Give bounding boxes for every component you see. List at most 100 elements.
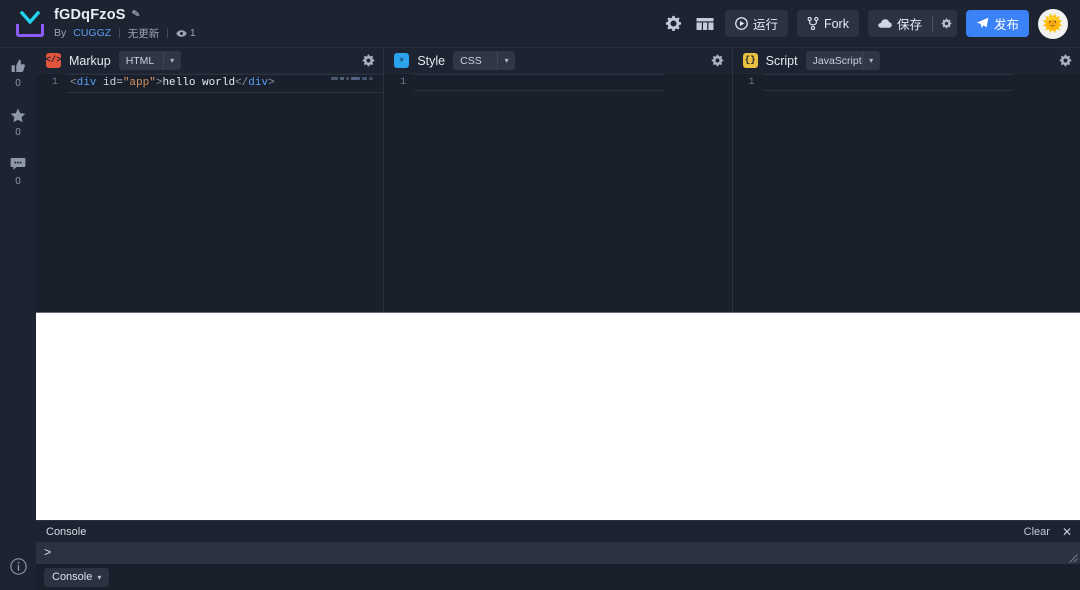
meta-separator-2: | xyxy=(166,27,169,39)
console-tabs: Console ▾ xyxy=(36,564,1080,590)
pane-header-script: {} Script JavaScript ▾ xyxy=(732,48,1080,74)
views-group: 1 xyxy=(176,27,196,39)
console-prompt-icon: > xyxy=(44,546,52,560)
console-header: Console Clear ✕ xyxy=(36,520,1080,542)
line-number: 1 xyxy=(400,76,407,88)
console-input[interactable] xyxy=(51,542,1080,564)
script-braces-icon: {} xyxy=(742,53,758,68)
meta-separator-1: | xyxy=(118,27,121,39)
pane-settings-markup[interactable] xyxy=(362,54,375,67)
info-circle-icon[interactable] xyxy=(9,558,27,580)
pane-title-style: Style xyxy=(417,53,446,68)
code-token: div xyxy=(248,77,269,89)
save-button[interactable]: 保存 xyxy=(867,10,957,37)
avatar[interactable]: 🌞 xyxy=(1038,8,1068,39)
tab-console[interactable]: Console ▾ xyxy=(44,567,110,587)
save-options-button[interactable] xyxy=(941,18,953,30)
title-row: fGDqFzoS ✎ xyxy=(54,7,196,23)
code-token: </ xyxy=(235,77,249,89)
editor-panes: </ > Markup HTML ▾ 1 <div id="app">hello … xyxy=(36,48,1080,313)
code-token: < xyxy=(70,77,77,89)
pencil-icon[interactable]: ✎ xyxy=(131,8,141,20)
logo-box xyxy=(16,23,44,37)
main-area: </ > Markup HTML ▾ 1 <div id="app">hello … xyxy=(36,48,1080,590)
language-value-style: CSS xyxy=(460,54,482,67)
pane-settings-script[interactable] xyxy=(1059,54,1072,67)
update-status: 无更新 xyxy=(127,27,160,40)
chevron-down-icon: ▾ xyxy=(497,51,515,70)
code-line: 1 xyxy=(384,74,731,91)
comment-bubble-icon xyxy=(10,154,26,174)
layout-grid-icon xyxy=(696,17,714,30)
fork-branch-icon xyxy=(807,17,819,30)
gear-icon xyxy=(711,54,723,67)
paper-plane-icon xyxy=(976,17,989,28)
fork-button[interactable]: Fork xyxy=(796,10,859,37)
gear-icon xyxy=(363,54,375,67)
gear-icon xyxy=(666,15,682,31)
pane-header-style: ✳ Style CSS ▾ xyxy=(384,48,732,74)
author-link[interactable]: CUGGZ xyxy=(73,27,111,39)
preview-iframe[interactable] xyxy=(36,313,1080,520)
pane-style: ✳ Style CSS ▾ 1 xyxy=(384,48,733,312)
chevron-down-icon: ▾ xyxy=(97,572,102,582)
pane-title-script: Script xyxy=(765,53,798,68)
console-input-row[interactable]: > xyxy=(36,542,1080,564)
language-value-markup: HTML xyxy=(125,54,155,67)
rail-bottom xyxy=(0,558,36,580)
play-circle-icon xyxy=(735,17,748,30)
pane-markup: </ > Markup HTML ▾ 1 <div id="app">hello … xyxy=(36,48,385,312)
line-number: 1 xyxy=(748,76,755,88)
language-select-style[interactable]: CSS ▾ xyxy=(453,51,516,70)
code-content-script[interactable] xyxy=(762,74,1013,91)
gear-icon xyxy=(942,18,952,29)
eye-icon xyxy=(176,29,187,37)
language-select-markup[interactable]: HTML ▾ xyxy=(118,51,181,70)
pane-header-markup: </> Markup HTML ▾ xyxy=(36,48,384,74)
run-button[interactable]: 运行 xyxy=(724,10,788,37)
publish-button[interactable]: 发布 xyxy=(965,10,1029,37)
tab-console-label: Console xyxy=(52,571,93,583)
code-token: > xyxy=(268,77,275,89)
app-header: fGDqFzoS ✎ By CUGGZ | 无更新 | 1 运行 Fork 保存… xyxy=(0,0,1080,48)
code-content-style[interactable] xyxy=(414,74,665,91)
console-drawer: Console Clear ✕ > Console ▾ xyxy=(36,520,1080,590)
language-select-script[interactable]: JavaScript ▾ xyxy=(805,51,880,70)
console-title: Console xyxy=(46,525,87,538)
chevron-down-icon xyxy=(20,10,40,25)
pane-title-markup: Markup xyxy=(69,53,111,68)
publish-label: 发布 xyxy=(993,18,1019,32)
close-x-icon[interactable]: ✕ xyxy=(1062,525,1072,539)
run-label: 运行 xyxy=(752,18,778,32)
cloud-icon xyxy=(878,19,892,28)
code-token: "app" xyxy=(122,77,156,89)
save-label: 保存 xyxy=(896,18,922,32)
codepen-chevron-logo xyxy=(16,10,44,37)
pane-settings-style[interactable] xyxy=(711,54,724,67)
code-area-style[interactable]: 1 xyxy=(384,74,732,312)
settings-button[interactable] xyxy=(663,13,685,35)
chevron-down-icon: ▾ xyxy=(861,51,880,70)
by-label: By xyxy=(54,27,67,39)
code-token: div xyxy=(76,77,97,89)
rail-item-comments[interactable]: 0 xyxy=(10,154,26,187)
left-rail: 0 0 0 xyxy=(0,48,36,590)
logo[interactable] xyxy=(8,10,52,37)
app-root: fGDqFzoS ✎ By CUGGZ | 无更新 | 1 运行 Fork 保存… xyxy=(0,0,1080,590)
star-icon xyxy=(10,105,26,125)
line-number: 1 xyxy=(51,76,58,88)
save-divider xyxy=(931,15,933,32)
layout-button[interactable] xyxy=(694,13,716,35)
like-count: 0 xyxy=(15,78,21,89)
sun-face-avatar: 🌞 xyxy=(1042,14,1064,33)
resize-grip-icon[interactable] xyxy=(1069,554,1078,563)
favorite-count: 0 xyxy=(15,127,21,138)
console-clear-button[interactable]: Clear xyxy=(1024,526,1050,538)
rail-item-favorite[interactable]: 0 xyxy=(10,105,26,138)
rail-item-like[interactable]: 0 xyxy=(11,56,26,89)
code-area-script[interactable]: 1 xyxy=(732,74,1080,312)
pane-script: {} Script JavaScript ▾ 1 xyxy=(732,48,1080,312)
thumbs-up-icon xyxy=(11,56,26,76)
pen-info: fGDqFzoS ✎ By CUGGZ | 无更新 | 1 xyxy=(54,7,196,41)
code-area-markup[interactable]: 1 <div id="app">hello world</div> xyxy=(36,74,384,312)
